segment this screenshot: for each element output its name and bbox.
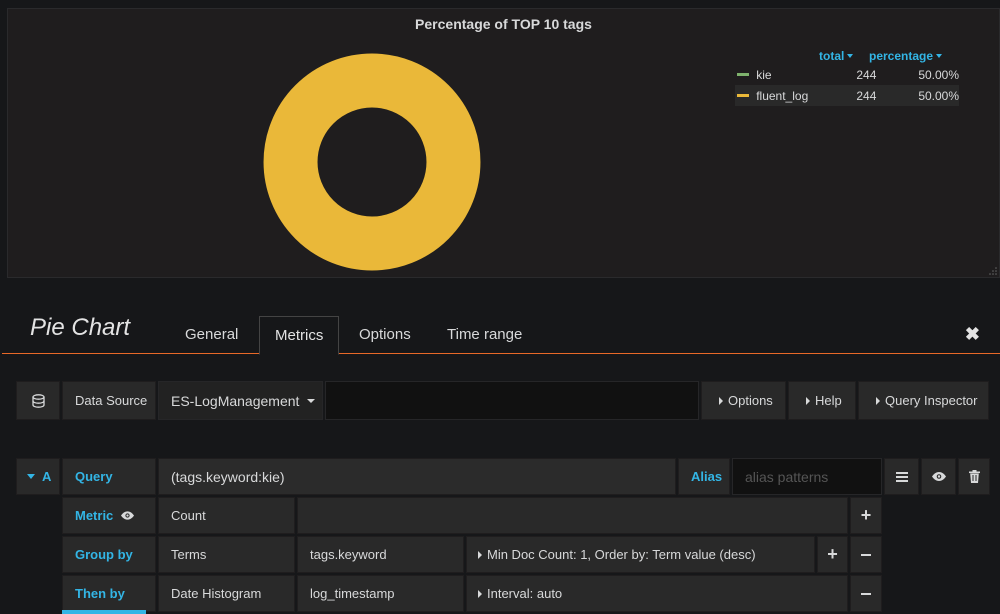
series-color-swatch[interactable] — [737, 94, 750, 97]
alias-label: Alias — [678, 458, 730, 495]
caret-right-icon — [478, 550, 482, 559]
metric-label: Metric — [62, 497, 156, 534]
tab-general[interactable]: General — [170, 316, 253, 354]
datasource-filler — [325, 381, 699, 420]
group-by-settings-toggle[interactable]: Min Doc Count: 1, Order by: Term value (… — [466, 536, 815, 573]
add-group-by-button[interactable]: + — [817, 536, 848, 573]
caret-right-icon — [876, 396, 880, 405]
active-row-indicator — [62, 610, 146, 614]
delete-query-button[interactable] — [958, 458, 990, 495]
hamburger-icon — [895, 471, 908, 482]
caret-right-icon — [806, 396, 810, 405]
pie-chart-panel: Percentage of TOP 10 tags total percenta… — [7, 8, 1000, 278]
group-by-label: Group by — [62, 536, 156, 573]
help-button[interactable]: Help — [788, 381, 856, 420]
then-by-settings-text: Interval: auto — [487, 586, 563, 601]
legend-series-name[interactable]: fluent_log — [756, 89, 827, 103]
metric-type-select[interactable]: Count — [158, 497, 295, 534]
then-by-type-select[interactable]: Date Histogram — [158, 575, 295, 612]
minus-icon — [861, 553, 871, 556]
series-color-swatch[interactable] — [737, 73, 750, 76]
sort-caret-icon — [936, 54, 943, 58]
datasource-value: ES-LogManagement — [171, 392, 300, 409]
datasource-label: Data Source — [62, 381, 156, 420]
query-collapse-toggle[interactable]: A — [16, 458, 60, 495]
then-by-settings-toggle[interactable]: Interval: auto — [466, 575, 848, 612]
then-by-field-select[interactable]: log_timestamp — [297, 575, 464, 612]
plus-icon: + — [827, 544, 838, 564]
then-by-label: Then by — [62, 575, 156, 612]
pie-slice-fluent-log[interactable] — [263, 53, 373, 271]
eye-icon[interactable] — [121, 511, 135, 520]
remove-then-by-button[interactable] — [850, 575, 882, 612]
query-label: Query — [62, 458, 156, 495]
add-metric-button[interactable]: + — [850, 497, 882, 534]
minus-icon — [861, 592, 871, 595]
caret-down-icon — [27, 474, 35, 479]
legend: total percentage kie 244 50.00% fluent_l… — [735, 48, 959, 106]
legend-percentage-label: percentage — [869, 49, 934, 63]
database-icon — [16, 381, 60, 420]
legend-sort-total[interactable]: total — [819, 49, 863, 63]
query-inspector-button[interactable]: Query Inspector — [858, 381, 989, 420]
metric-settings-filler — [297, 497, 848, 534]
tab-metrics[interactable]: Metrics — [259, 316, 340, 355]
toggle-query-visibility-button[interactable] — [921, 458, 956, 495]
remove-group-by-button[interactable] — [850, 536, 882, 573]
legend-series-name[interactable]: kie — [756, 68, 827, 82]
panel-editor-header: Pie Chart General Metrics Options Time r… — [2, 308, 1000, 355]
legend-row-kie[interactable]: kie 244 50.00% — [735, 64, 959, 85]
legend-total-label: total — [819, 49, 845, 63]
close-icon[interactable]: ✖ — [965, 324, 980, 345]
legend-sort-percentage[interactable]: percentage — [863, 49, 943, 63]
trash-icon — [968, 470, 980, 483]
datasource-select[interactable]: ES-LogManagement — [158, 381, 323, 420]
caret-right-icon — [478, 589, 482, 598]
group-by-field-select[interactable]: tags.keyword — [297, 536, 464, 573]
group-by-settings-text: Min Doc Count: 1, Order by: Term value (… — [487, 547, 756, 562]
pie-slice-kie[interactable] — [371, 53, 481, 271]
query-ref-id: A — [42, 469, 52, 484]
legend-series-total: 244 — [856, 88, 877, 103]
tab-options[interactable]: Options — [344, 316, 426, 354]
eye-icon — [931, 472, 946, 481]
panel-title[interactable]: Percentage of TOP 10 tags — [8, 16, 999, 32]
query-menu-button[interactable] — [884, 458, 919, 495]
metric-label-text: Metric — [75, 508, 114, 523]
alias-placeholder: alias patterns — [745, 468, 829, 485]
editor-title: Pie Chart — [30, 314, 131, 341]
legend-row-fluent-log[interactable]: fluent_log 244 50.00% — [735, 85, 959, 106]
plus-icon: + — [860, 505, 872, 525]
legend-series-percentage: 50.00% — [918, 88, 960, 103]
options-button-label: Options — [728, 393, 773, 408]
query-input[interactable]: (tags.keyword:kie) — [158, 458, 676, 495]
options-button[interactable]: Options — [701, 381, 786, 420]
legend-header: total percentage — [735, 48, 959, 64]
alias-input[interactable]: alias patterns — [732, 458, 882, 495]
help-button-label: Help — [815, 393, 842, 408]
caret-right-icon — [719, 396, 723, 405]
group-by-type-select[interactable]: Terms — [158, 536, 295, 573]
donut-chart — [263, 53, 481, 271]
legend-series-percentage: 50.00% — [918, 67, 960, 82]
query-inspector-label: Query Inspector — [885, 393, 978, 408]
resize-handle-icon[interactable] — [989, 267, 997, 275]
legend-series-total: 244 — [856, 67, 877, 82]
caret-down-icon — [307, 398, 316, 403]
sort-caret-icon — [847, 54, 854, 58]
tab-time-range[interactable]: Time range — [432, 316, 537, 354]
